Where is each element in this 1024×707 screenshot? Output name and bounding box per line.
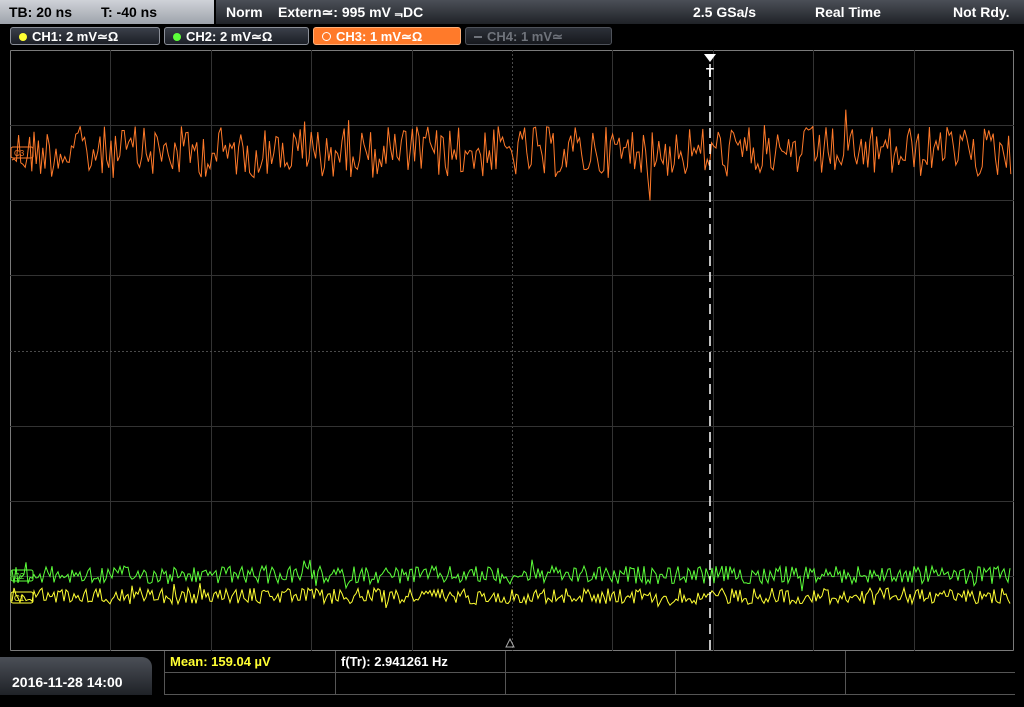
mean-measurement[interactable]: Mean: 159.04 µV: [165, 651, 336, 672]
sample-rate-label[interactable]: 2.5 GSa/s: [693, 0, 756, 24]
measurement-cell[interactable]: [676, 651, 846, 672]
tab-ch4[interactable]: CH4: 1 mV≃: [465, 27, 612, 45]
measurement-cell[interactable]: [846, 651, 1015, 672]
ch4-label: CH4: 1 mV≃: [487, 29, 563, 44]
ch1-offset-marker[interactable]: C1: [10, 591, 34, 604]
ch2-trace: [11, 559, 1011, 592]
measurement-cell[interactable]: [846, 673, 1015, 694]
tab-ch2[interactable]: CH2: 2 mV≃Ω: [164, 27, 309, 45]
ch2-label: CH2: 2 mV≃Ω: [186, 29, 273, 44]
measurement-cell[interactable]: [165, 673, 336, 694]
trigger-marker-icon[interactable]: T: [704, 54, 716, 80]
ready-status-label: Not Rdy.: [953, 4, 1010, 20]
ch1-indicator-icon: [19, 33, 27, 41]
trigger-source-label[interactable]: Extern≃: 995 mV ⫬DC: [278, 0, 423, 24]
waveform-canvas: T C3 C2 C1: [10, 50, 1014, 651]
measurement-cell[interactable]: [506, 651, 676, 672]
channel-tabs: CH1: 2 mV≃Ω CH2: 2 mV≃Ω CH3: 1 mV≃Ω CH4:…: [0, 24, 1024, 48]
measurement-row: Mean: 159.04 µV f(Tr): 2.941261 Hz: [165, 651, 1015, 673]
ch2-marker-label: C2: [14, 572, 25, 581]
ch1-trace: [11, 583, 1011, 609]
measurement-row: [165, 673, 1015, 695]
timebase-panel[interactable]: TB: 20 ns T: -40 ns: [0, 0, 214, 24]
waveform-display[interactable]: T C3 C2 C1: [10, 50, 1014, 651]
ch3-trace: [11, 109, 1012, 201]
frequency-measurement[interactable]: f(Tr): 2.941261 Hz: [336, 651, 506, 672]
tab-ch1[interactable]: CH1: 2 mV≃Ω: [10, 27, 160, 45]
acquisition-panel: Norm Extern≃: 995 mV ⫬DC 2.5 GSa/s Real …: [216, 0, 1024, 24]
measurement-cell[interactable]: [506, 673, 676, 694]
ch1-marker-label: C1: [14, 594, 25, 603]
ch4-indicator-icon: [474, 36, 482, 38]
timing-mode-label[interactable]: Real Time: [815, 0, 881, 24]
measurement-cell[interactable]: [676, 673, 846, 694]
ch2-indicator-icon: [173, 33, 181, 41]
ch3-offset-marker[interactable]: C3: [10, 146, 34, 159]
ch1-label: CH1: 2 mV≃Ω: [32, 29, 119, 44]
tab-ch3[interactable]: CH3: 1 mV≃Ω: [313, 27, 461, 45]
measurement-table[interactable]: Mean: 159.04 µV f(Tr): 2.941261 Hz: [164, 651, 1015, 695]
ch3-indicator-icon: [322, 32, 331, 41]
acq-mode-label[interactable]: Norm: [226, 0, 263, 24]
ch3-marker-label: C3: [14, 149, 25, 158]
trigger-time-label[interactable]: T: -40 ns: [101, 0, 157, 24]
timebase-label[interactable]: TB: 20 ns: [9, 0, 72, 24]
graticule: [10, 50, 1014, 651]
measurement-cell[interactable]: [336, 673, 506, 694]
trigger-marker-label: T: [706, 65, 714, 80]
measurement-bar: 2016-11-28 14:00 Mean: 159.04 µV f(Tr): …: [0, 651, 1024, 695]
datetime-display: 2016-11-28 14:00: [0, 657, 152, 695]
ch3-label: CH3: 1 mV≃Ω: [336, 29, 423, 44]
status-bar: TB: 20 ns T: -40 ns Norm Extern≃: 995 mV…: [0, 0, 1024, 24]
